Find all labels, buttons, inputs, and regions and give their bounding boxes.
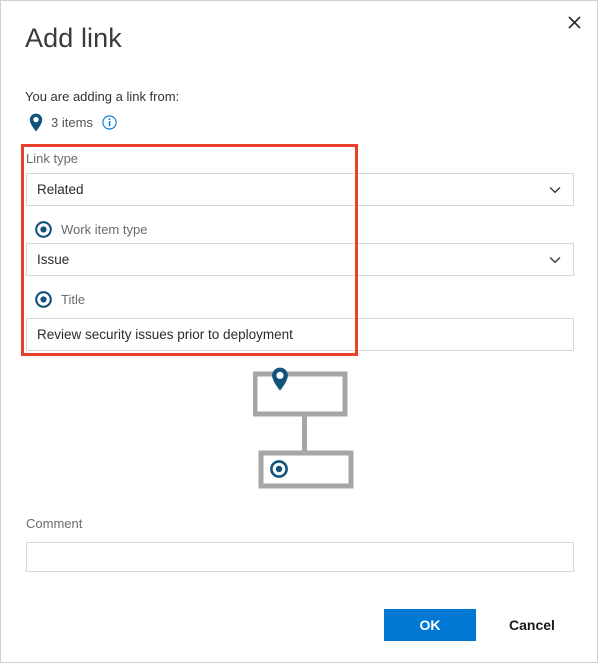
map-pin-icon (25, 113, 47, 132)
work-item-type-dropdown[interactable]: Issue (26, 243, 574, 276)
close-button[interactable] (559, 7, 589, 37)
comment-input[interactable] (26, 542, 574, 572)
title-label: Title (61, 291, 86, 307)
title-input[interactable]: Review security issues prior to deployme… (26, 318, 574, 351)
add-link-dialog: Add link You are adding a link from: 3 i… (0, 0, 598, 663)
radio-work-item-type[interactable]: Work item type (34, 219, 147, 239)
chevron-down-icon[interactable] (547, 182, 563, 198)
source-items-row: 3 items (25, 111, 117, 133)
close-icon (567, 15, 581, 29)
title-value: Review security issues prior to deployme… (37, 327, 293, 342)
chevron-down-icon[interactable] (547, 252, 563, 268)
link-type-dropdown[interactable]: Related (26, 173, 574, 206)
link-type-label: Link type (26, 151, 79, 166)
info-circle-icon[interactable] (102, 114, 117, 130)
ok-button[interactable]: OK (384, 609, 476, 641)
link-type-value: Related (37, 182, 84, 197)
work-item-type-value: Issue (37, 252, 70, 267)
link-hierarchy-diagram (253, 367, 357, 489)
radio-title[interactable]: Title (34, 289, 85, 309)
page-title: Add link (25, 23, 122, 53)
comment-label: Comment (26, 516, 83, 531)
work-item-type-label: Work item type (61, 221, 148, 237)
radio-selected-icon (34, 220, 52, 238)
items-count-label: 3 items (51, 114, 93, 130)
source-description: You are adding a link from: (25, 89, 180, 104)
radio-selected-icon (34, 290, 52, 308)
cancel-button[interactable]: Cancel (490, 609, 574, 641)
